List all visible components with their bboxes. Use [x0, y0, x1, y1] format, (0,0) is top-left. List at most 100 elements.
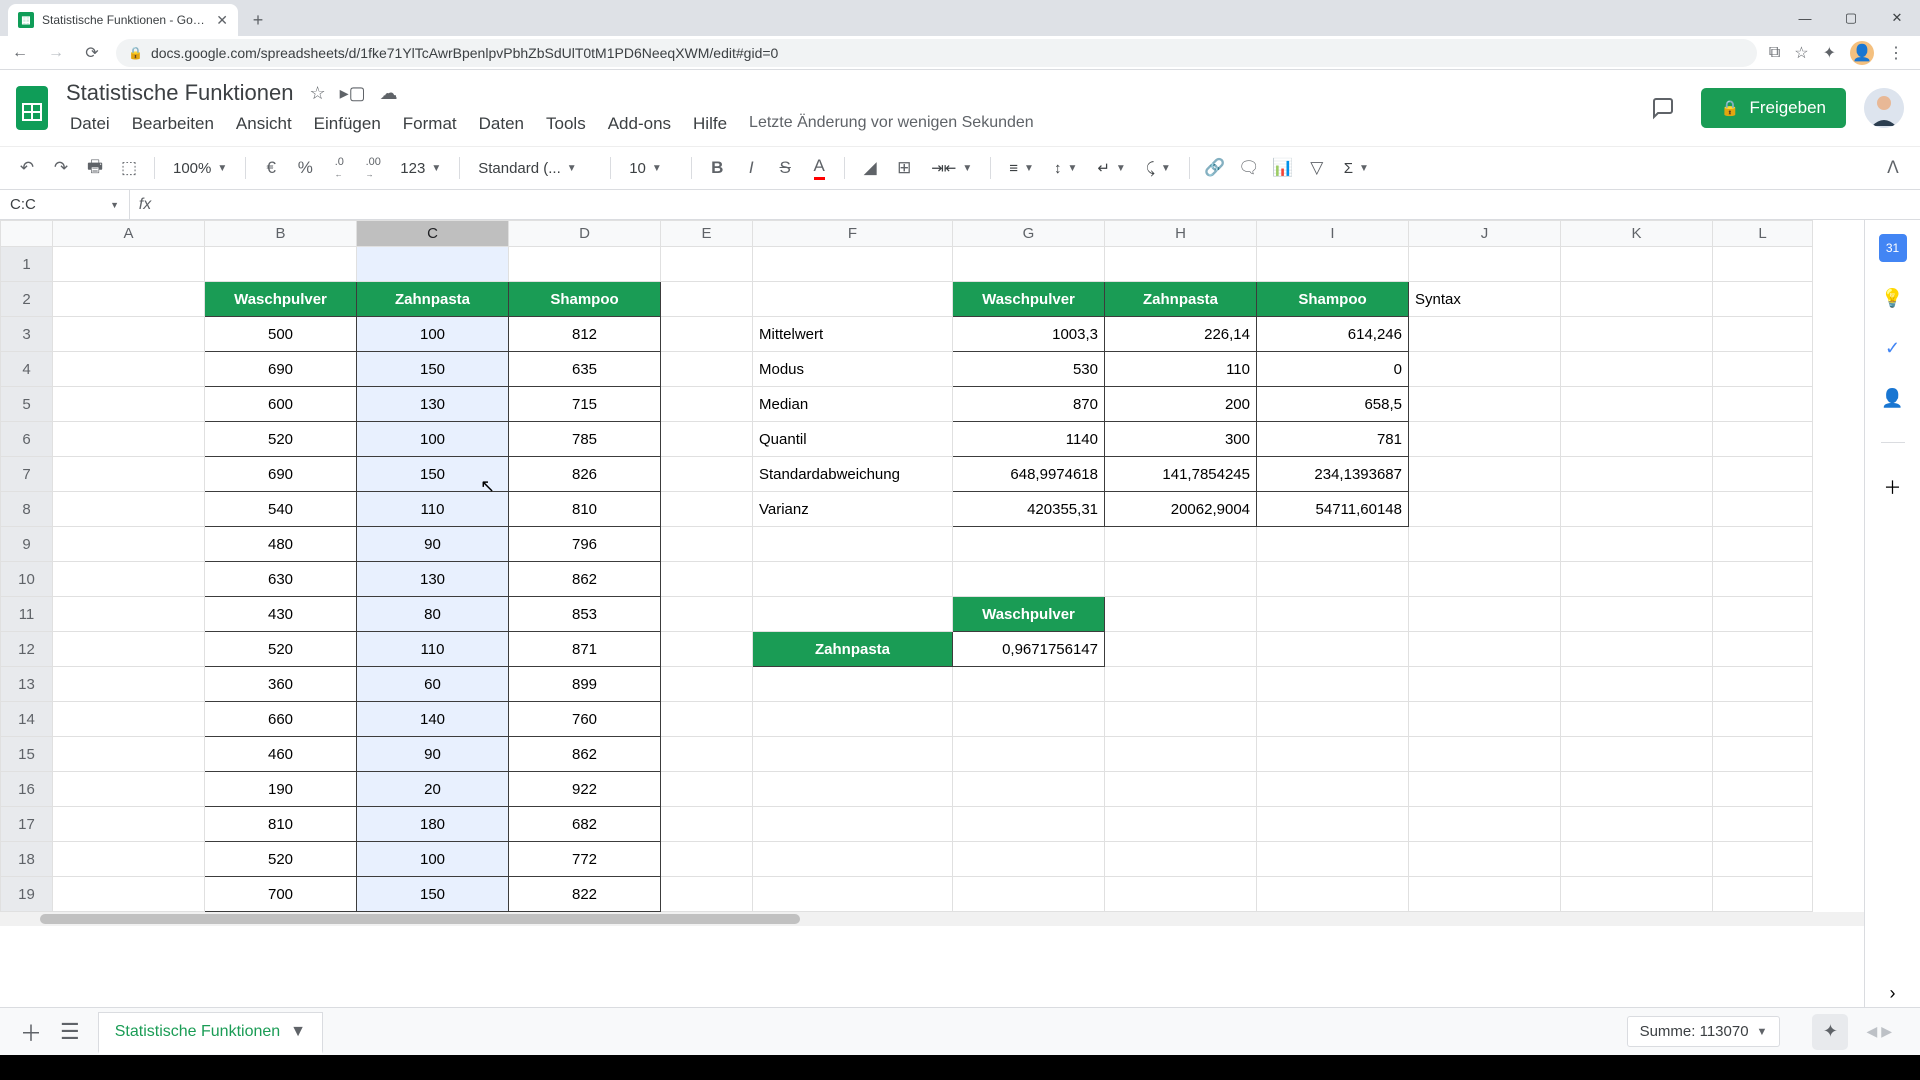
cell-H5[interactable]: 200 [1105, 387, 1257, 422]
cell-E1[interactable] [661, 247, 753, 282]
row-header-18[interactable]: 18 [1, 842, 53, 877]
cell-H14[interactable] [1105, 702, 1257, 737]
cell-A8[interactable] [53, 492, 205, 527]
numfmt-select[interactable]: 123▼ [392, 160, 449, 177]
cell-L19[interactable] [1713, 877, 1813, 912]
merge-button[interactable]: ⇥⇤▼ [923, 159, 980, 177]
filter-button[interactable]: ▽ [1302, 153, 1332, 183]
menu-addons[interactable]: Add-ons [598, 110, 681, 138]
formula-bar[interactable] [160, 196, 1920, 213]
cell-A15[interactable] [53, 737, 205, 772]
cell-L12[interactable] [1713, 632, 1813, 667]
row-header-3[interactable]: 3 [1, 317, 53, 352]
cell-F5[interactable]: Median [753, 387, 953, 422]
cell-E11[interactable] [661, 597, 753, 632]
cell-L14[interactable] [1713, 702, 1813, 737]
cell-D4[interactable]: 635 [509, 352, 661, 387]
star-doc-icon[interactable]: ☆ [309, 83, 325, 104]
cell-K12[interactable] [1561, 632, 1713, 667]
text-color-button[interactable]: A [804, 153, 834, 183]
back-button[interactable]: ← [8, 41, 32, 65]
font-select[interactable]: Standard (...▼ [470, 160, 600, 177]
cell-E19[interactable] [661, 877, 753, 912]
fill-color-button[interactable]: ◢ [855, 153, 885, 183]
cell-G9[interactable] [953, 527, 1105, 562]
row-header-9[interactable]: 9 [1, 527, 53, 562]
qr-icon[interactable]: ⧉ [1769, 44, 1780, 62]
cell-F6[interactable]: Quantil [753, 422, 953, 457]
tab-close-icon[interactable]: ✕ [216, 12, 228, 29]
redo-button[interactable]: ↷ [46, 153, 76, 183]
cell-C3[interactable]: 100 [357, 317, 509, 352]
chart-button[interactable]: 📊 [1268, 153, 1298, 183]
cell-F8[interactable]: Varianz [753, 492, 953, 527]
cell-F9[interactable] [753, 527, 953, 562]
cell-A12[interactable] [53, 632, 205, 667]
cell-J19[interactable] [1409, 877, 1561, 912]
sheet-tab-menu-icon[interactable]: ▼ [290, 1023, 306, 1041]
add-addon-icon[interactable]: ＋ [1879, 473, 1907, 501]
cell-B14[interactable]: 660 [205, 702, 357, 737]
cell-J4[interactable] [1409, 352, 1561, 387]
row-header-1[interactable]: 1 [1, 247, 53, 282]
cell-E12[interactable] [661, 632, 753, 667]
col-header-B[interactable]: B [205, 221, 357, 247]
cell-I13[interactable] [1257, 667, 1409, 702]
account-avatar[interactable] [1864, 88, 1904, 128]
cell-A4[interactable] [53, 352, 205, 387]
cell-C18[interactable]: 100 [357, 842, 509, 877]
cell-C9[interactable]: 90 [357, 527, 509, 562]
cell-F13[interactable] [753, 667, 953, 702]
close-window-button[interactable]: ✕ [1874, 0, 1920, 36]
cell-K6[interactable] [1561, 422, 1713, 457]
cell-B10[interactable]: 630 [205, 562, 357, 597]
cell-F4[interactable]: Modus [753, 352, 953, 387]
sheets-logo[interactable] [12, 81, 52, 135]
cell-K1[interactable] [1561, 247, 1713, 282]
cell-E9[interactable] [661, 527, 753, 562]
dec-decrease-button[interactable]: .0← [324, 153, 354, 183]
row-header-19[interactable]: 19 [1, 877, 53, 912]
col-header-E[interactable]: E [661, 221, 753, 247]
cell-H17[interactable] [1105, 807, 1257, 842]
cell-A13[interactable] [53, 667, 205, 702]
cell-I6[interactable]: 781 [1257, 422, 1409, 457]
cell-G7[interactable]: 648,9974618 [953, 457, 1105, 492]
cell-H10[interactable] [1105, 562, 1257, 597]
col-header-H[interactable]: H [1105, 221, 1257, 247]
cloud-status-icon[interactable]: ☁ [380, 83, 398, 104]
cell-L4[interactable] [1713, 352, 1813, 387]
cell-D8[interactable]: 810 [509, 492, 661, 527]
cell-E18[interactable] [661, 842, 753, 877]
cell-A6[interactable] [53, 422, 205, 457]
cell-G6[interactable]: 1140 [953, 422, 1105, 457]
comment-button[interactable]: 🗨 [1234, 153, 1264, 183]
cell-H3[interactable]: 226,14 [1105, 317, 1257, 352]
cell-D9[interactable]: 796 [509, 527, 661, 562]
cell-K11[interactable] [1561, 597, 1713, 632]
cell-A5[interactable] [53, 387, 205, 422]
cell-H4[interactable]: 110 [1105, 352, 1257, 387]
menu-edit[interactable]: Bearbeiten [122, 110, 224, 138]
star-icon[interactable]: ☆ [1794, 43, 1808, 63]
cell-B5[interactable]: 600 [205, 387, 357, 422]
bold-button[interactable]: B [702, 153, 732, 183]
cell-G19[interactable] [953, 877, 1105, 912]
cell-J18[interactable] [1409, 842, 1561, 877]
cell-H1[interactable] [1105, 247, 1257, 282]
row-header-12[interactable]: 12 [1, 632, 53, 667]
cell-E7[interactable] [661, 457, 753, 492]
print-button[interactable]: 🖶 [80, 153, 110, 183]
cell-H16[interactable] [1105, 772, 1257, 807]
italic-button[interactable]: I [736, 153, 766, 183]
borders-button[interactable]: ⊞ [889, 153, 919, 183]
keep-icon[interactable]: 💡 [1879, 284, 1907, 312]
cell-I12[interactable] [1257, 632, 1409, 667]
cell-K2[interactable] [1561, 282, 1713, 317]
cell-H15[interactable] [1105, 737, 1257, 772]
cell-E13[interactable] [661, 667, 753, 702]
cell-D3[interactable]: 812 [509, 317, 661, 352]
cell-J9[interactable] [1409, 527, 1561, 562]
cell-F12[interactable]: Zahnpasta [753, 632, 953, 667]
cell-A7[interactable] [53, 457, 205, 492]
